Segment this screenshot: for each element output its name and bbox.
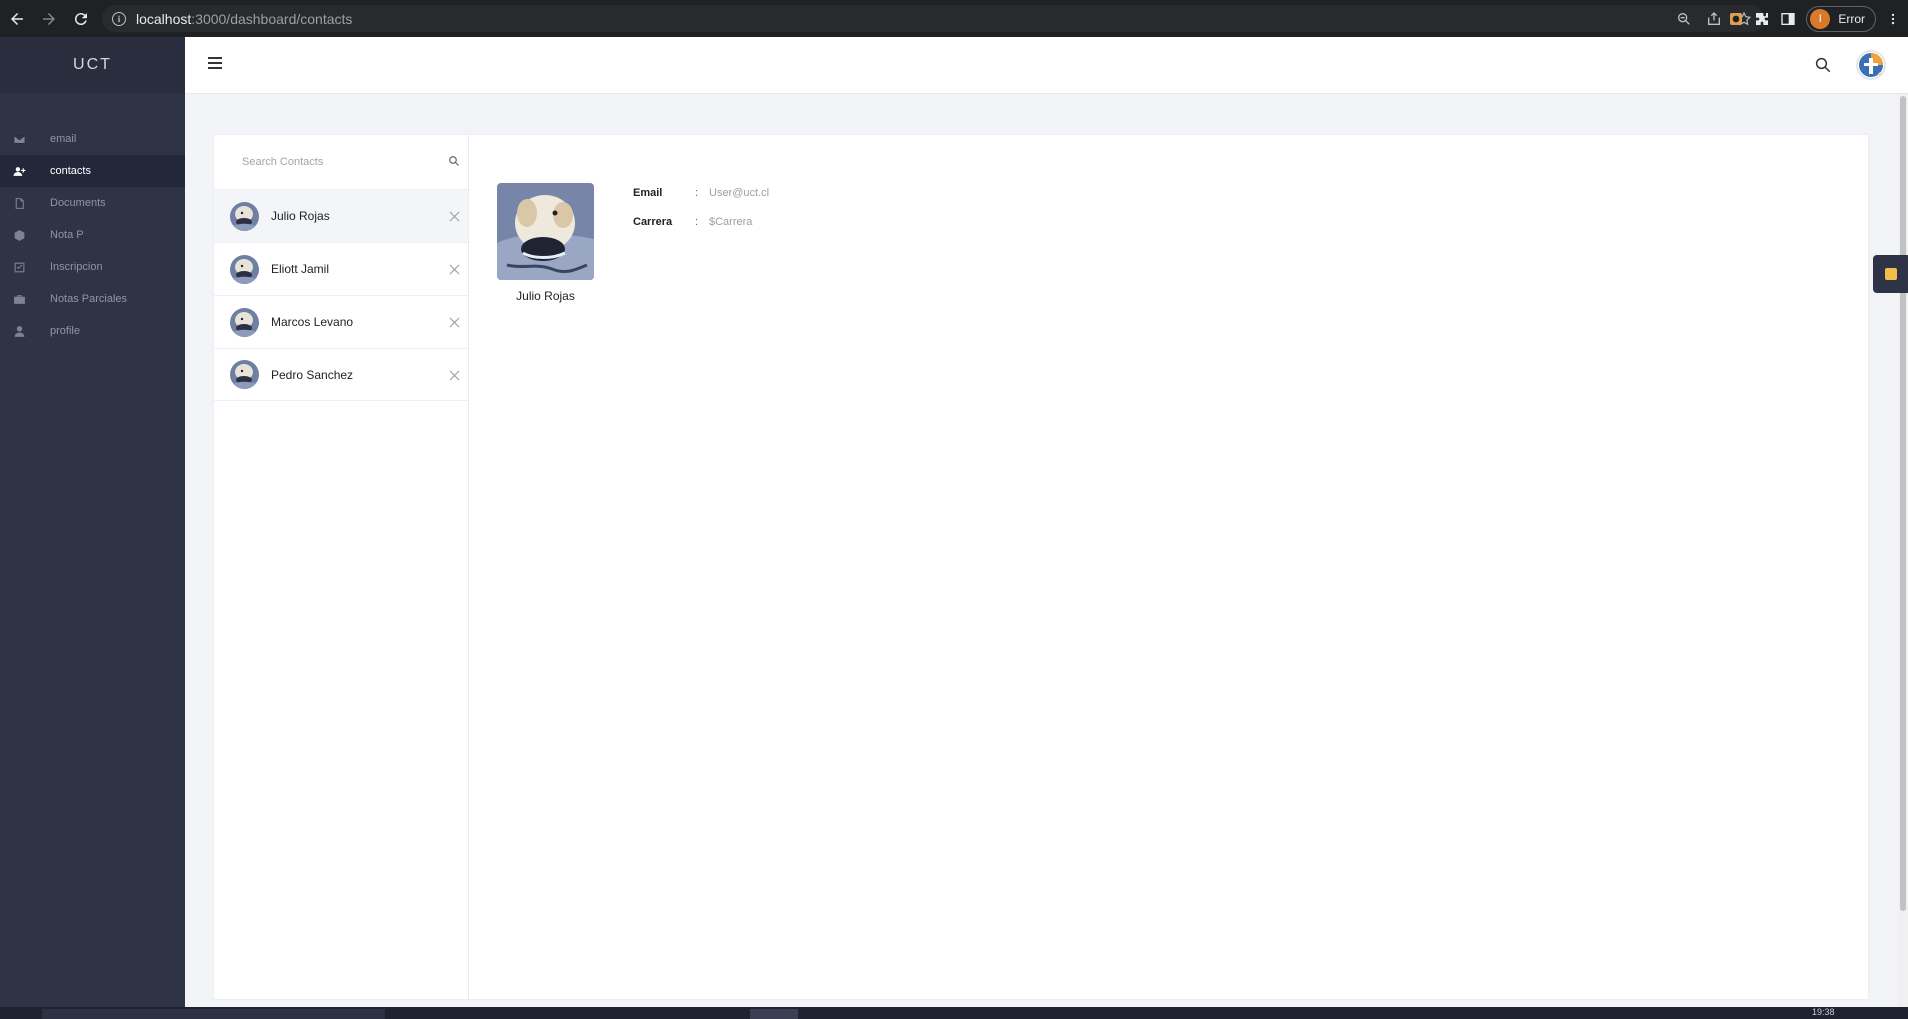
- extension-icon[interactable]: [1728, 11, 1744, 27]
- contact-photo: [497, 183, 594, 280]
- user-plus-icon: [12, 164, 26, 178]
- profile-avatar: I: [1810, 8, 1831, 29]
- envelope-icon: [12, 132, 26, 146]
- sidebar-item-label: contacts: [50, 165, 91, 177]
- contact-name: Julio Rojas: [271, 209, 330, 223]
- sidebar-menu: email contacts Documents Nota P Inscripc…: [0, 123, 185, 347]
- contact-item-eliott-jamil[interactable]: Eliott Jamil: [214, 242, 468, 295]
- contact-avatar: [230, 254, 259, 284]
- reload-icon: [74, 12, 87, 25]
- email-value: User@uct.cl: [709, 187, 770, 199]
- sidebar-item-label: email: [50, 133, 77, 145]
- back-button[interactable]: [2, 4, 32, 34]
- sidebar-item-profile[interactable]: profile: [0, 315, 185, 347]
- sidebar-item-documents[interactable]: Documents: [0, 187, 185, 219]
- forward-button[interactable]: [34, 4, 64, 34]
- status-dot: [1878, 72, 1884, 78]
- contact-avatar: [230, 360, 259, 389]
- contact-item-marcos-levano[interactable]: Marcos Levano: [214, 295, 468, 348]
- carrera-row: Carrera : $Carrera: [633, 216, 752, 228]
- close-icon[interactable]: [449, 370, 460, 381]
- carrera-value: $Carrera: [709, 216, 753, 228]
- floating-side-tab[interactable]: [1873, 255, 1908, 293]
- contact-name: Eliott Jamil: [271, 262, 330, 276]
- share-icon[interactable]: [1706, 11, 1722, 27]
- sidebar-item-label: Notas Parciales: [50, 293, 128, 305]
- contacts-list-panel: Julio Rojas Eliott Jamil Marcos Levano: [214, 135, 469, 999]
- browser-toolbar: i localhost:3000/dashboard/contacts I Er…: [0, 0, 1908, 37]
- url-path: :3000/dashboard/contacts: [191, 10, 353, 27]
- search-contacts-input[interactable]: [242, 156, 442, 168]
- sidebar-item-label: profile: [50, 325, 80, 337]
- document-icon: [12, 196, 26, 210]
- contacts-card: Julio Rojas Eliott Jamil Marcos Levano: [213, 134, 1869, 1000]
- separator: :: [695, 187, 699, 199]
- email-label: Email: [633, 187, 663, 199]
- os-taskbar: 19:38: [0, 1007, 1908, 1019]
- search-icon[interactable]: [1814, 56, 1832, 74]
- site-info-icon[interactable]: i: [112, 11, 126, 26]
- contact-name: Marcos Levano: [271, 315, 354, 329]
- close-icon[interactable]: [449, 264, 460, 275]
- close-icon[interactable]: [449, 317, 460, 328]
- url-host: localhost: [136, 10, 192, 27]
- taskbar-clock: 19:38: [1812, 1007, 1835, 1017]
- close-icon[interactable]: [449, 211, 460, 222]
- sidebar-item-email[interactable]: email: [0, 123, 185, 155]
- user-icon: [12, 324, 26, 338]
- address-bar[interactable]: i localhost:3000/dashboard/contacts: [102, 5, 1764, 32]
- sidebar-item-label: Inscripcion: [50, 261, 103, 273]
- hamburger-menu-icon[interactable]: [208, 57, 222, 71]
- sidebar-item-contacts[interactable]: contacts: [0, 155, 185, 187]
- sidebar-item-inscripcion[interactable]: Inscripcion: [0, 251, 185, 283]
- email-row: Email : User@uct.cl: [633, 187, 769, 199]
- checkbox-icon: [12, 260, 26, 274]
- sidebar-item-notas-parciales[interactable]: Notas Parciales: [0, 283, 185, 315]
- briefcase-icon: [12, 292, 26, 306]
- more-vertical-icon[interactable]: [1886, 11, 1900, 27]
- sidebar-item-label: Nota P: [50, 229, 84, 241]
- reload-button[interactable]: [66, 4, 96, 34]
- contact-avatar: [230, 307, 259, 337]
- top-header: [185, 37, 1908, 94]
- sidebar-item-label: Documents: [50, 197, 106, 209]
- gift-icon: [1884, 268, 1897, 280]
- arrow-right-icon: [43, 12, 55, 25]
- brand-logo[interactable]: UCT: [0, 37, 185, 93]
- puzzle-icon[interactable]: [1754, 11, 1770, 27]
- sidebar: UCT email contacts Documents Nota P Insc…: [0, 37, 185, 1007]
- contact-search: [214, 135, 468, 189]
- taskbar-search[interactable]: [42, 1009, 385, 1019]
- contact-name: Pedro Sanchez: [271, 367, 354, 382]
- contact-avatar: [230, 201, 259, 231]
- contact-item-pedro-sanchez[interactable]: Pedro Sanchez: [214, 348, 468, 401]
- side-panel-icon[interactable]: [1780, 11, 1796, 27]
- sidebar-item-nota-p[interactable]: Nota P: [0, 219, 185, 251]
- scrollbar-thumb[interactable]: [1900, 96, 1906, 911]
- contact-list: Julio Rojas Eliott Jamil Marcos Levano P…: [214, 189, 468, 401]
- taskbar-active-app[interactable]: [750, 1009, 798, 1019]
- profile-button[interactable]: I Error: [1806, 5, 1876, 32]
- contact-detail-name: Julio Rojas: [516, 289, 575, 303]
- arrow-left-icon: [11, 12, 23, 25]
- cube-icon: [12, 228, 26, 242]
- contact-item-julio-rojas[interactable]: Julio Rojas: [214, 189, 468, 242]
- search-icon[interactable]: [448, 155, 460, 167]
- zoom-icon[interactable]: [1676, 11, 1692, 27]
- page-scrollbar[interactable]: [1898, 94, 1908, 1007]
- separator: :: [695, 216, 699, 228]
- user-avatar-logo[interactable]: [1856, 50, 1886, 80]
- carrera-label: Carrera: [633, 216, 673, 228]
- profile-label: Error: [1838, 11, 1865, 26]
